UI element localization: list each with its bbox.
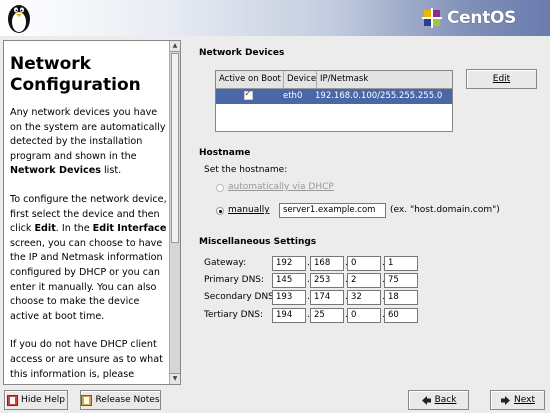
- help-paragraph: To configure the network device, first s…: [10, 193, 168, 324]
- help-text-run: If you do not have DHCP client access or…: [10, 339, 163, 380]
- help-paragraph: Any network devices you have on the syst…: [10, 106, 168, 179]
- help-text-run: . In the: [55, 223, 93, 235]
- column-header-active[interactable]: Active on Boot: [216, 71, 284, 88]
- device-cell: eth0: [283, 91, 303, 101]
- primary-dns-label: Primary DNS:: [204, 275, 265, 285]
- network-devices-table[interactable]: Active on Boot Device IP/Netmask ✓ eth0 …: [215, 70, 453, 132]
- next-arrow-icon: [501, 395, 511, 405]
- network-devices-heading: Network Devices: [199, 48, 285, 58]
- back-arrow-icon: [421, 395, 431, 405]
- gateway-octet-1-input[interactable]: 192: [272, 256, 306, 271]
- secondary-dns-label: Secondary DNS:: [204, 292, 277, 302]
- dhcp-label: automatically via DHCP: [228, 182, 334, 192]
- hostname-input[interactable]: server1.example.com: [279, 203, 386, 218]
- scroll-up-arrow-icon[interactable]: ▲: [170, 41, 180, 52]
- help-paragraph: If you do not have DHCP client access or…: [10, 338, 168, 382]
- help-panel: Network Configuration Any network device…: [3, 40, 181, 385]
- scroll-thumb[interactable]: [171, 53, 179, 243]
- header-banner: CentOS: [0, 0, 550, 36]
- help-title: Network Configuration: [10, 54, 141, 95]
- primary-dns-octet-3-input[interactable]: 2: [347, 273, 381, 288]
- column-header-device[interactable]: Device: [284, 71, 317, 88]
- column-header-ip-netmask[interactable]: IP/Netmask: [317, 71, 452, 88]
- gateway-octet-2-input[interactable]: 168: [310, 256, 344, 271]
- help-text: Network Configuration Any network device…: [10, 54, 168, 384]
- help-bold-text: Edit Interface: [92, 223, 167, 235]
- centos-logo: CentOS: [421, 6, 516, 30]
- ip-netmask-cell: 192.168.0.100/255.255.255.0: [315, 91, 443, 101]
- tertiary-dns-octet-2-input[interactable]: 25: [310, 308, 344, 323]
- secondary-dns-octet-3-input[interactable]: 32: [347, 290, 381, 305]
- help-text-run: list.: [100, 165, 122, 177]
- help-book-icon: [7, 394, 19, 406]
- tertiary-dns-label: Tertiary DNS:: [204, 310, 264, 320]
- back-label: Back: [434, 395, 457, 405]
- help-text-run: screen, you can choose to have the IP an…: [10, 237, 163, 322]
- help-bold-text: Network Devices: [10, 165, 101, 177]
- gateway-label: Gateway:: [204, 258, 247, 268]
- dhcp-radio[interactable]: [216, 184, 224, 192]
- secondary-dns-octet-1-input[interactable]: 193: [272, 290, 306, 305]
- next-label: Next: [514, 395, 535, 405]
- release-notes-icon: [81, 394, 93, 406]
- edit-button[interactable]: Edit: [466, 69, 537, 89]
- table-header: Active on Boot Device IP/Netmask: [216, 71, 452, 89]
- release-notes-button[interactable]: Release Notes: [80, 390, 161, 410]
- secondary-dns-octet-4-input[interactable]: 18: [384, 290, 418, 305]
- hide-help-button[interactable]: Hide Help: [4, 390, 68, 410]
- hostname-heading: Hostname: [199, 148, 251, 158]
- table-row[interactable]: ✓ eth0 192.168.0.100/255.255.255.0: [216, 89, 452, 104]
- centos-logo-text: CentOS: [447, 8, 517, 28]
- scroll-down-arrow-icon[interactable]: ▼: [170, 373, 180, 384]
- checkmark-icon: ✓: [244, 89, 252, 98]
- manual-radio[interactable]: [216, 207, 224, 215]
- tertiary-dns-octet-4-input[interactable]: 60: [384, 308, 418, 323]
- hostname-example: (ex. "host.domain.com"): [390, 205, 500, 215]
- tux-penguin-icon: [8, 5, 30, 33]
- hide-help-label: Hide Help: [21, 395, 65, 405]
- centos-logo-icon: [422, 8, 442, 28]
- gateway-octet-4-input[interactable]: 1: [384, 256, 418, 271]
- tertiary-dns-octet-3-input[interactable]: 0: [347, 308, 381, 323]
- set-hostname-label: Set the hostname:: [204, 165, 288, 175]
- release-notes-label: Release Notes: [95, 395, 160, 405]
- help-text-run: Any network devices you have on the syst…: [10, 107, 166, 162]
- help-bold-text: Edit: [34, 223, 56, 235]
- active-on-boot-cell: ✓: [216, 89, 280, 104]
- tertiary-dns-octet-1-input[interactable]: 194: [272, 308, 306, 323]
- help-paragraphs: Any network devices you have on the syst…: [10, 106, 168, 382]
- manual-label: manually: [228, 205, 270, 215]
- gateway-octet-3-input[interactable]: 0: [347, 256, 381, 271]
- help-scrollbar[interactable]: ▲ ▼: [169, 41, 180, 384]
- primary-dns-octet-1-input[interactable]: 145: [272, 273, 306, 288]
- next-button[interactable]: Next: [490, 390, 545, 410]
- primary-dns-octet-2-input[interactable]: 253: [310, 273, 344, 288]
- back-button[interactable]: Back: [408, 390, 469, 410]
- primary-dns-octet-4-input[interactable]: 75: [384, 273, 418, 288]
- active-on-boot-checkbox[interactable]: ✓: [243, 89, 253, 100]
- edit-button-label: Edit: [492, 74, 511, 84]
- secondary-dns-octet-2-input[interactable]: 174: [310, 290, 344, 305]
- misc-settings-heading: Miscellaneous Settings: [199, 237, 317, 247]
